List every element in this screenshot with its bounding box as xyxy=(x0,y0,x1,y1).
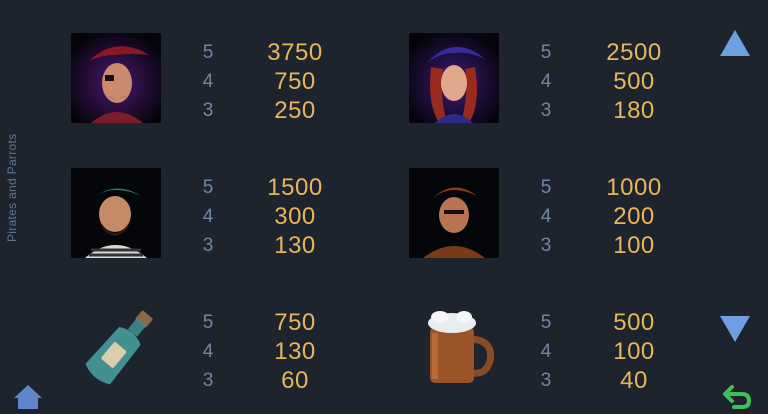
payout-count: 5 xyxy=(202,42,214,63)
payout-count: 3 xyxy=(540,100,552,121)
bearded-pirate-portrait-icon xyxy=(71,168,161,258)
payout-value: 130 xyxy=(274,232,316,259)
payout-value: 40 xyxy=(620,367,648,394)
payout-count: 4 xyxy=(540,206,552,227)
payout-count: 4 xyxy=(202,206,214,227)
payout-value: 500 xyxy=(613,68,655,95)
home-icon[interactable] xyxy=(12,383,44,409)
captain-portrait-icon xyxy=(71,33,161,123)
sailor-portrait-icon xyxy=(409,168,499,258)
payout-value: 250 xyxy=(274,97,316,124)
payout-value: 180 xyxy=(613,97,655,124)
payout-count: 5 xyxy=(540,177,552,198)
payout-value: 2500 xyxy=(606,39,662,66)
back-arrow-icon[interactable] xyxy=(722,383,752,409)
payout-count: 3 xyxy=(540,370,552,391)
payout-count: 5 xyxy=(202,177,214,198)
payout-count: 5 xyxy=(202,312,214,333)
payout-count: 5 xyxy=(540,42,552,63)
payout-count: 4 xyxy=(202,71,214,92)
payout-count: 3 xyxy=(202,100,214,121)
payout-value: 750 xyxy=(274,309,316,336)
lady-pirate-portrait-icon xyxy=(409,33,499,123)
payout-value: 300 xyxy=(274,203,316,230)
message-bottle-icon xyxy=(76,303,166,393)
payout-count: 3 xyxy=(540,235,552,256)
payout-value: 130 xyxy=(274,338,316,365)
payout-count: 4 xyxy=(540,341,552,362)
payout-value: 100 xyxy=(613,232,655,259)
down-arrow-icon[interactable] xyxy=(718,314,752,344)
payout-count: 3 xyxy=(202,235,214,256)
up-arrow-icon[interactable] xyxy=(718,28,752,58)
payout-value: 1500 xyxy=(267,174,323,201)
payout-value: 100 xyxy=(613,338,655,365)
payout-value: 500 xyxy=(613,309,655,336)
payout-value: 200 xyxy=(613,203,655,230)
payout-count: 4 xyxy=(540,71,552,92)
ale-mug-icon xyxy=(414,303,504,393)
payout-value: 3750 xyxy=(267,39,323,66)
payout-count: 3 xyxy=(202,370,214,391)
payout-count: 5 xyxy=(540,312,552,333)
payout-count: 4 xyxy=(202,341,214,362)
game-title: Pirates and Parrots xyxy=(5,133,19,242)
payout-value: 1000 xyxy=(606,174,662,201)
payout-value: 750 xyxy=(274,68,316,95)
payout-value: 60 xyxy=(281,367,309,394)
